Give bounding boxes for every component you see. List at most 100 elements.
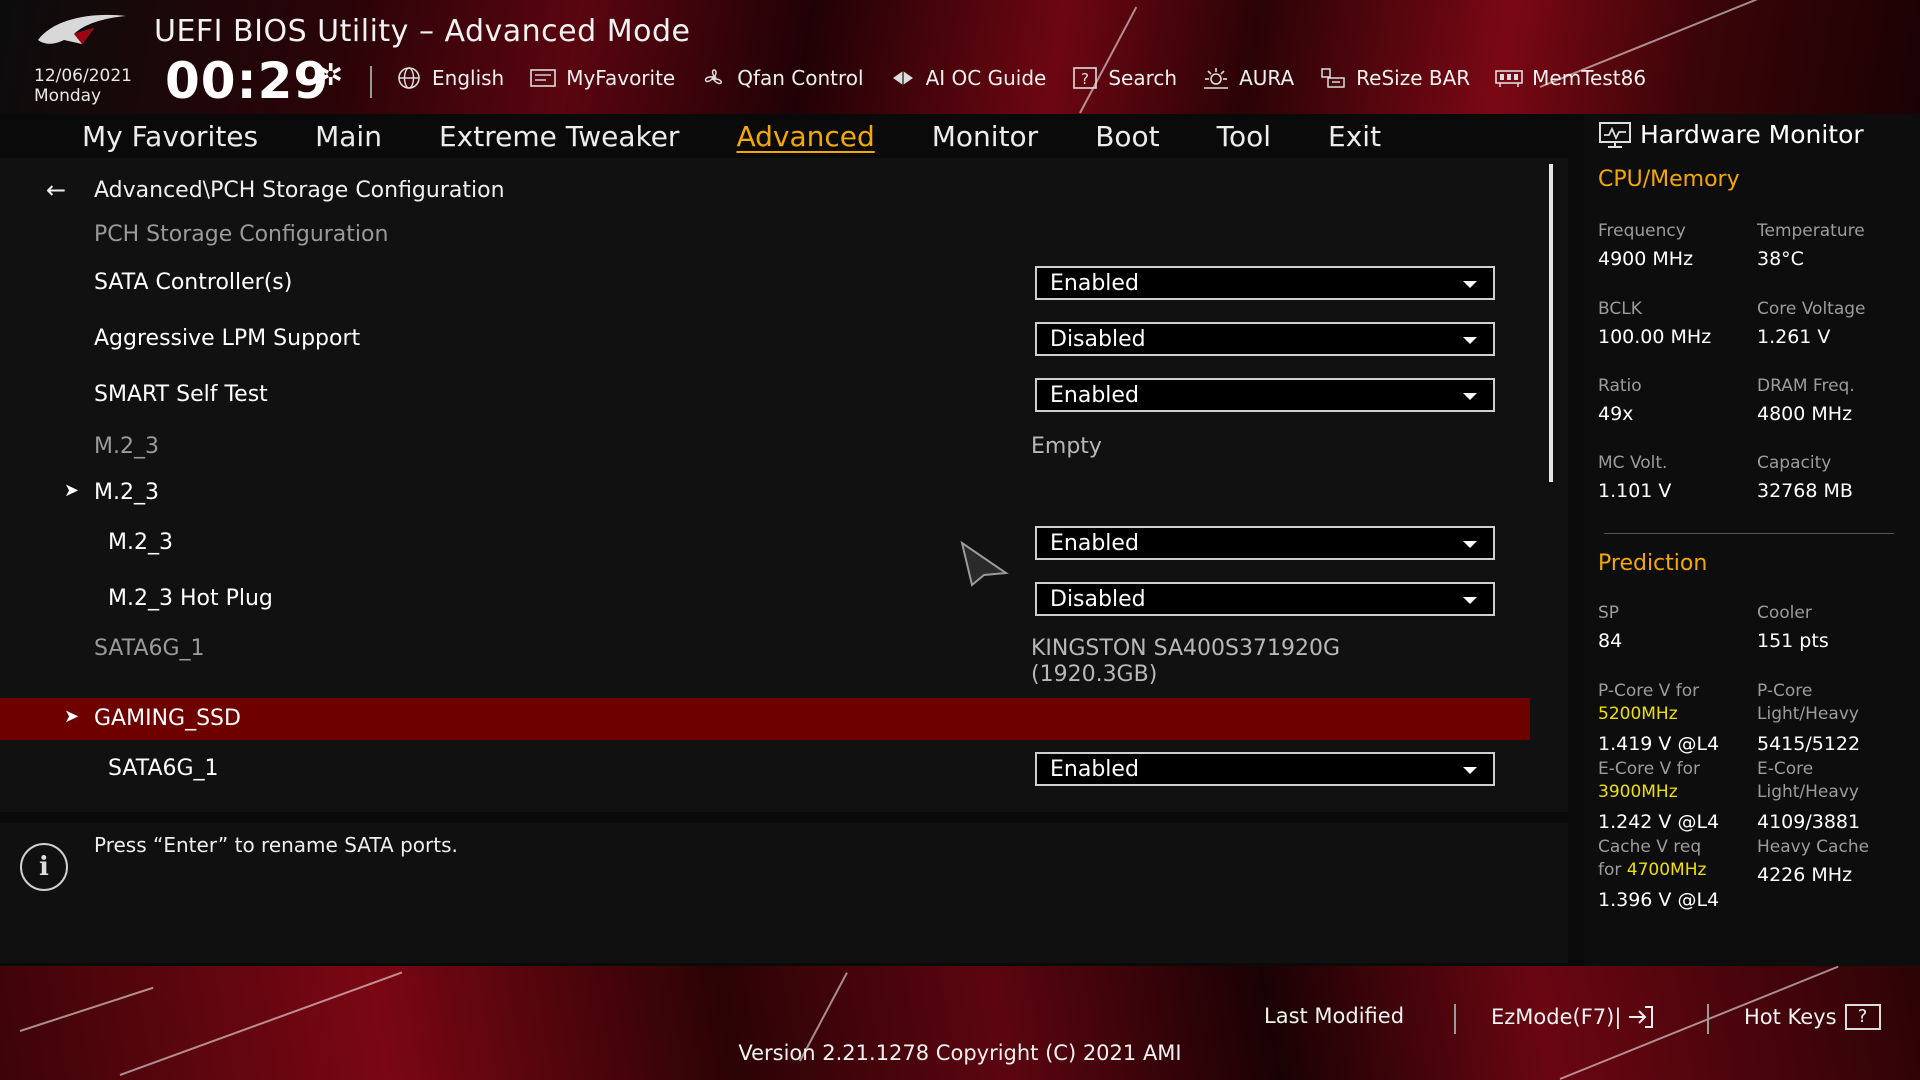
expand-arrow-icon: ➤ <box>64 706 80 727</box>
info-value: Empty <box>1031 434 1102 459</box>
date: 12/06/2021 <box>34 66 132 86</box>
submenu-label: M.2_3 <box>94 480 159 505</box>
toolbar-aura[interactable]: AURA <box>1201 66 1294 90</box>
svg-text:?: ? <box>1081 70 1089 88</box>
memtest-icon <box>1495 70 1523 87</box>
setting-label: M.2_3 <box>108 530 173 555</box>
version-text: Version 2.21.1278 Copyright (C) 2021 AMI <box>738 1041 1182 1065</box>
tab-exit[interactable]: Exit <box>1328 120 1381 153</box>
cache-v-label-for: for <box>1598 860 1622 880</box>
toolbar-language[interactable]: English <box>394 66 504 90</box>
setting-label: M.2_3 Hot Plug <box>108 586 273 611</box>
exit-arrow-icon <box>1629 1006 1654 1028</box>
submenu-row-gaming-ssd[interactable]: ➤ GAMING_SSD <box>0 698 1530 740</box>
dropdown-value: Disabled <box>1050 327 1146 352</box>
setting-row-sata-controller: SATA Controller(s) Enabled <box>0 262 1530 302</box>
aggressive-lpm-dropdown[interactable]: Disabled <box>1035 322 1495 356</box>
help-bar: i Press “Enter” to rename SATA ports. <box>0 823 1568 963</box>
ecore-v-label: E-Core V for 3900MHz <box>1598 758 1700 804</box>
favorite-icon <box>530 69 557 87</box>
toolbar-qfan[interactable]: Qfan Control <box>699 66 864 90</box>
tab-boot[interactable]: Boot <box>1095 120 1159 153</box>
tab-advanced[interactable]: Advanced <box>736 120 874 153</box>
dropdown-value: Enabled <box>1050 531 1139 556</box>
smart-self-test-dropdown[interactable]: Enabled <box>1035 378 1495 412</box>
hardware-monitor-title: Hardware Monitor <box>1598 120 1864 149</box>
toolbar-resize-bar[interactable]: ReSize BAR <box>1318 66 1470 90</box>
ratio-label: Ratio <box>1598 376 1642 396</box>
chevron-down-icon <box>1463 541 1477 548</box>
help-icon: ? <box>1844 1004 1881 1030</box>
tab-tool[interactable]: Tool <box>1217 120 1271 153</box>
last-modified-button[interactable]: Last Modified <box>1264 1004 1404 1028</box>
bclk-label: BCLK <box>1598 299 1642 319</box>
resize-bar-icon <box>1321 68 1345 88</box>
chevron-down-icon <box>1463 393 1477 400</box>
ecore-light-heavy-value: 4109/3881 <box>1757 811 1861 833</box>
hardware-monitor: Hardware Monitor CPU/Memory Frequency 49… <box>1584 114 1920 966</box>
breadcrumb: ← Advanced\PCH Storage Configuration <box>46 176 505 204</box>
info-label: M.2_3 <box>94 434 159 459</box>
toolbar-search[interactable]: ? Search <box>1070 66 1177 90</box>
mc-volt-label: MC Volt. <box>1598 453 1668 473</box>
submenu-row-m2-3[interactable]: ➤ M.2_3 <box>0 472 1530 512</box>
toolbar-ai-oc-guide[interactable]: AI OC Guide <box>888 66 1046 90</box>
hot-keys-button[interactable]: Hot Keys ? <box>1744 1004 1881 1030</box>
cooler-value: 151 pts <box>1757 630 1829 652</box>
dropdown-value: Enabled <box>1050 271 1139 296</box>
temperature-label: Temperature <box>1757 221 1865 241</box>
chevron-down-icon <box>1463 337 1477 344</box>
ratio-value: 49x <box>1598 403 1634 425</box>
info-row-m2-3: M.2_3 Empty <box>0 426 1530 466</box>
pcore-v-label-text: P-Core V for <box>1598 681 1700 701</box>
chevron-down-icon <box>1463 281 1477 288</box>
core-voltage-label: Core Voltage <box>1757 299 1866 319</box>
toolbar: English MyFavorite Qfan Control AI OC Gu… <box>394 62 1670 94</box>
gear-icon[interactable]: ✲ <box>318 58 343 93</box>
toolbar-search-label: Search <box>1108 66 1178 90</box>
fan-icon <box>705 69 723 85</box>
sp-value: 84 <box>1598 630 1623 652</box>
cache-v-label-text: Cache V req <box>1598 837 1702 857</box>
toolbar-myfavorite-label: MyFavorite <box>566 66 676 90</box>
dropdown-value: Disabled <box>1050 587 1146 612</box>
settings-panel: ← Advanced\PCH Storage Configuration PCH… <box>0 158 1568 812</box>
date-display: 12/06/2021 Monday <box>34 66 132 106</box>
pcore-v-label: P-Core V for 5200MHz <box>1598 680 1699 726</box>
setting-label: SATA6G_1 <box>108 756 219 781</box>
ecore-v-freq: 3900MHz <box>1598 782 1678 802</box>
ecore-label-text2: Light/Heavy <box>1757 782 1859 802</box>
globe-icon <box>398 67 420 89</box>
tab-my-favorites[interactable]: My Favorites <box>82 120 258 153</box>
ecore-v-value: 1.242 V @L4 <box>1598 811 1720 833</box>
cooler-label: Cooler <box>1757 603 1812 623</box>
ezmode-button[interactable]: EzMode(F7)| <box>1491 1004 1655 1030</box>
info-icon: i <box>20 843 68 891</box>
dram-freq-label: DRAM Freq. <box>1757 376 1855 396</box>
section-header: PCH Storage Configuration <box>0 214 1530 254</box>
toolbar-qfan-label: Qfan Control <box>737 66 864 90</box>
chevron-down-icon <box>1463 767 1477 774</box>
hot-keys-label: Hot Keys <box>1744 1005 1837 1029</box>
back-arrow-icon[interactable]: ← <box>46 176 78 204</box>
toolbar-memtest[interactable]: MemTest86 <box>1494 66 1646 90</box>
frequency-value: 4900 MHz <box>1598 248 1694 270</box>
toolbar-myfavorite[interactable]: MyFavorite <box>528 66 675 90</box>
footer-divider <box>1454 1004 1456 1034</box>
tab-monitor[interactable]: Monitor <box>932 120 1038 153</box>
toolbar-language-label: English <box>432 66 505 90</box>
search-icon: ? <box>1073 67 1098 89</box>
chevron-down-icon <box>1463 597 1477 604</box>
core-voltage-value: 1.261 V <box>1757 326 1831 348</box>
sata6g-1-dropdown[interactable]: Enabled <box>1035 752 1495 786</box>
m2-3-hot-plug-dropdown[interactable]: Disabled <box>1035 582 1495 616</box>
ai-icon <box>892 71 913 85</box>
scrollbar[interactable] <box>1549 164 1553 482</box>
heavy-cache-value: 4226 MHz <box>1757 864 1853 886</box>
hardware-monitor-label: Hardware Monitor <box>1640 120 1864 149</box>
tab-extreme-tweaker[interactable]: Extreme Tweaker <box>439 120 679 153</box>
sata-controller-dropdown[interactable]: Enabled <box>1035 266 1495 300</box>
m2-3-dropdown[interactable]: Enabled <box>1035 526 1495 560</box>
tab-main[interactable]: Main <box>315 120 382 153</box>
drive-capacity: (1920.3GB) <box>1031 662 1158 687</box>
